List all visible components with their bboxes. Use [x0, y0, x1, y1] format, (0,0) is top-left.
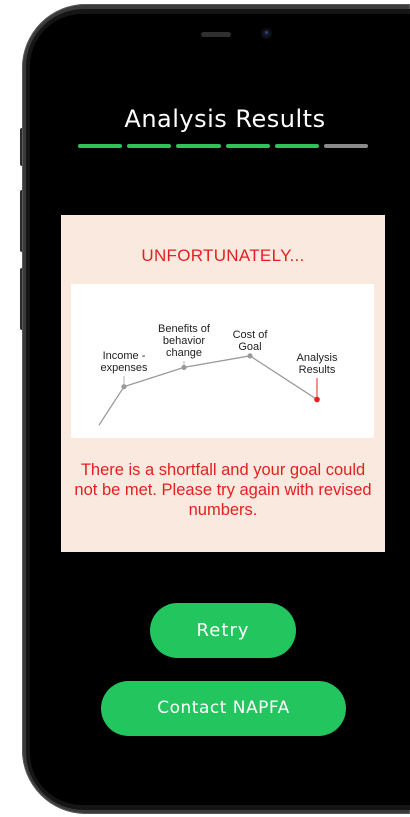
result-message: There is a shortfall and your goal could… — [74, 461, 372, 519]
progress-segment — [323, 144, 369, 148]
result-heading: UNFORTUNATELY... — [141, 246, 305, 265]
step-progress-bar — [78, 144, 369, 148]
analysis-chart: Income - expenses Benefits of behavior ch… — [71, 284, 374, 438]
progress-segment — [274, 144, 319, 148]
result-card: UNFORTUNATELY... Income - expenses Benefi… — [61, 215, 385, 552]
page-title: Analysis Results — [124, 105, 326, 133]
retry-button[interactable]: Retry — [150, 603, 296, 658]
point-label: Benefits of behavior change — [158, 323, 210, 359]
progress-segment — [127, 144, 172, 148]
contact-napfa-button[interactable]: Contact NAPFA — [101, 681, 346, 736]
progress-segment — [176, 144, 221, 148]
progress-segment — [78, 144, 123, 148]
data-point — [181, 364, 187, 371]
point-label: Analysis Results — [296, 352, 338, 376]
final-data-point — [314, 396, 320, 403]
front-camera-icon — [261, 28, 272, 39]
speaker-grille — [201, 32, 231, 37]
data-point — [121, 384, 127, 390]
data-point — [247, 353, 253, 359]
point-label: Cost of Goal — [232, 329, 268, 353]
progress-segment — [225, 144, 270, 148]
